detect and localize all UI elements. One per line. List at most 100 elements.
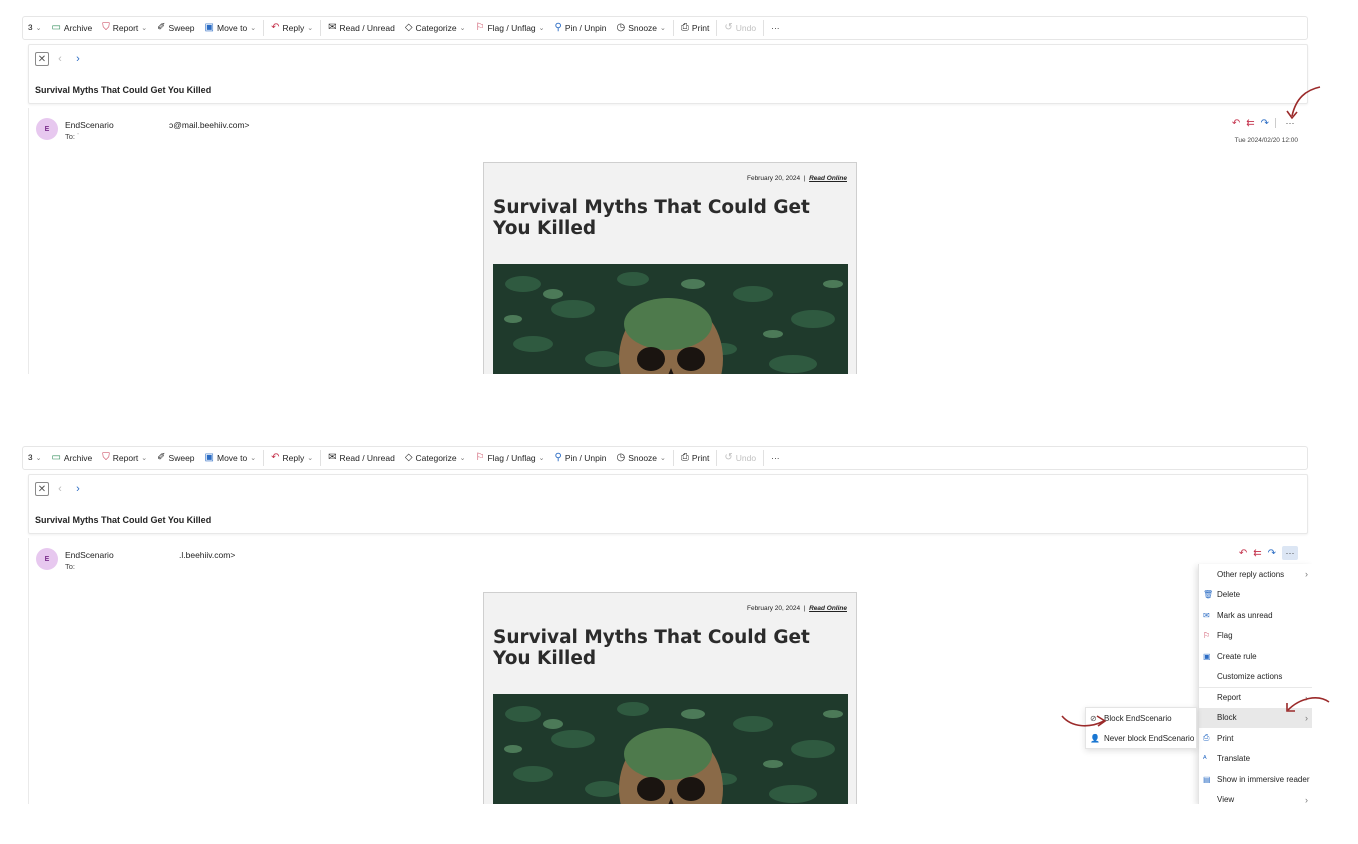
rule-icon: ▣ xyxy=(1203,651,1211,661)
archive-button[interactable]: ▭ Archive xyxy=(46,17,97,39)
mail-icon: ✉ xyxy=(328,452,337,463)
submenu-item-block-sender[interactable]: ⊘ Block EndScenario xyxy=(1086,708,1196,728)
read-online-link[interactable]: Read Online xyxy=(809,175,847,182)
menu-item-mark-as-unread[interactable]: ✉ Mark as unread xyxy=(1199,605,1312,626)
menu-item-label: Translate xyxy=(1217,754,1251,764)
read-online-link[interactable]: Read Online xyxy=(809,605,847,612)
divider xyxy=(263,450,265,466)
avatar[interactable]: E xyxy=(36,118,58,140)
archive-button[interactable]: ▭ Archive xyxy=(46,447,97,469)
read-unread-label: Read / Unread xyxy=(339,23,395,33)
reply-icon[interactable]: ↶ xyxy=(1232,118,1240,129)
message-actions: ↶ ⇇ ↷ ··· xyxy=(1232,116,1298,130)
move-to-button[interactable]: ▣ Move to ⌄ xyxy=(200,17,262,39)
sweep-button[interactable]: ✐ Sweep xyxy=(152,447,199,469)
toolbar-dropdown[interactable]: ɜ ⌄ xyxy=(23,17,46,39)
more-actions-button[interactable]: ··· xyxy=(766,17,785,39)
menu-item-translate[interactable]: ᴬ Translate xyxy=(1199,749,1312,770)
menu-item-print[interactable]: ⎙ Print xyxy=(1199,728,1312,749)
chevron-down-icon: ⌄ xyxy=(660,455,666,462)
pin-icon: ⚲ xyxy=(554,452,562,463)
toolbar-dropdown[interactable]: ɜ ⌄ xyxy=(23,447,46,469)
archive-icon: ▭ xyxy=(51,22,61,33)
menu-item-delete[interactable]: 🗑 Delete xyxy=(1199,585,1312,606)
reply-all-icon[interactable]: ⇇ xyxy=(1246,118,1254,129)
more-actions-button[interactable]: ··· xyxy=(766,447,785,469)
chevron-down-icon: ⌄ xyxy=(538,25,545,32)
chevron-right-icon: › xyxy=(1305,692,1308,703)
undo-button[interactable]: ↺ Undo xyxy=(719,447,761,469)
email-body: February 20, 2024 | Read Online Survival… xyxy=(483,592,857,804)
move-to-button[interactable]: ▣ Move to ⌄ xyxy=(200,447,262,469)
pin-unpin-button[interactable]: ⚲ Pin / Unpin xyxy=(550,447,612,469)
reply-icon[interactable]: ↶ xyxy=(1239,548,1247,559)
menu-item-flag[interactable]: ⚐ Flag xyxy=(1199,626,1312,647)
reply-button[interactable]: ↶ Reply ⌄ xyxy=(266,17,318,39)
close-button[interactable]: ✕ xyxy=(35,482,49,496)
read-unread-button[interactable]: ✉ Read / Unread xyxy=(323,447,400,469)
close-button[interactable]: ✕ xyxy=(35,52,49,66)
read-unread-label: Read / Unread xyxy=(339,453,395,463)
forward-icon[interactable]: ↷ xyxy=(1261,118,1269,129)
sweep-button[interactable]: ✐ Sweep xyxy=(152,17,199,39)
menu-item-block[interactable]: Block › xyxy=(1199,707,1312,728)
report-icon: ⛉ xyxy=(102,22,110,33)
sender-name[interactable]: EndScenario xyxy=(65,120,114,130)
menu-item-other-reply-actions[interactable]: Other reply actions › xyxy=(1199,564,1312,585)
submenu-item-never-block-sender[interactable]: 👤 Never block EndScenario xyxy=(1086,728,1196,748)
menu-item-create-rule[interactable]: ▣ Create rule xyxy=(1199,646,1312,667)
previous-button[interactable]: ‹ xyxy=(53,52,67,66)
read-unread-button[interactable]: ✉ Read / Unread xyxy=(323,17,400,39)
print-label: Print xyxy=(691,453,710,463)
avatar[interactable]: E xyxy=(36,548,58,570)
more-options-menu: Other reply actions › 🗑 Delete ✉ Mark as un… xyxy=(1198,564,1312,804)
pin-icon: ⚲ xyxy=(554,22,562,33)
chevron-left-icon: ‹ xyxy=(58,53,62,65)
snooze-button[interactable]: ◷ Snooze ⌄ xyxy=(611,447,670,469)
pin-unpin-button[interactable]: ⚲ Pin / Unpin xyxy=(550,17,612,39)
print-button[interactable]: ⎙ Print xyxy=(676,17,714,39)
reply-icon: ↶ xyxy=(271,452,280,463)
menu-item-report[interactable]: Report › xyxy=(1199,687,1312,708)
close-icon: ✕ xyxy=(37,483,47,495)
flag-unflag-button[interactable]: ⚐ Flag / Unflag ⌄ xyxy=(471,447,550,469)
undo-button[interactable]: ↺ Undo xyxy=(719,17,761,39)
print-icon: ⎙ xyxy=(680,452,689,463)
categorize-button[interactable]: ◇ Categorize ⌄ xyxy=(400,17,471,39)
chevron-down-icon: ⌄ xyxy=(307,455,314,462)
block-submenu: ⊘ Block EndScenario 👤 Never block EndScena… xyxy=(1085,707,1197,749)
next-button[interactable]: › xyxy=(71,52,85,66)
previous-button[interactable]: ‹ xyxy=(53,482,67,496)
report-button[interactable]: ⛉ Report ⌄ xyxy=(97,447,152,469)
print-button[interactable]: ⎙ Print xyxy=(676,447,714,469)
reader-icon: ▤ xyxy=(1203,774,1211,784)
sweep-label: Sweep xyxy=(168,23,195,33)
email-view-top: ɜ ⌄ ▭ Archive ⛉ Report ⌄ ✐ Sweep ▣ Move to ⌄ ↶ R… xyxy=(22,14,1312,374)
sweep-icon: ✐ xyxy=(157,452,166,463)
newsletter-headline: Survival Myths That Could Get You Killed xyxy=(493,627,810,669)
recipient-line: To: ˙ xyxy=(65,132,80,141)
categorize-label: Categorize xyxy=(415,453,457,463)
more-options-button[interactable]: ··· xyxy=(1282,546,1298,560)
menu-item-view[interactable]: View › xyxy=(1199,790,1312,804)
snooze-button[interactable]: ◷ Snooze ⌄ xyxy=(611,17,670,39)
partial-icon: ɜ xyxy=(28,452,33,463)
divider xyxy=(716,20,718,36)
menu-item-label: Block xyxy=(1217,713,1237,723)
menu-item-customize-actions[interactable]: Customize actions xyxy=(1199,667,1312,688)
categorize-button[interactable]: ◇ Categorize ⌄ xyxy=(400,447,471,469)
next-button[interactable]: › xyxy=(71,482,85,496)
forward-icon[interactable]: ↷ xyxy=(1268,548,1276,559)
report-button[interactable]: ⛉ Report ⌄ xyxy=(97,17,152,39)
reply-all-icon[interactable]: ⇇ xyxy=(1253,548,1261,559)
reply-button[interactable]: ↶ Reply ⌄ xyxy=(266,447,318,469)
sweep-icon: ✐ xyxy=(157,22,166,33)
tag-icon: ◇ xyxy=(404,22,413,33)
move-icon: ▣ xyxy=(204,452,214,463)
menu-item-immersive-reader[interactable]: ▤ Show in immersive reader xyxy=(1199,769,1312,790)
flag-unflag-button[interactable]: ⚐ Flag / Unflag ⌄ xyxy=(471,17,550,39)
menu-item-label: Flag xyxy=(1217,631,1233,641)
newsletter-headline: Survival Myths That Could Get You Killed xyxy=(493,197,810,239)
more-options-button[interactable]: ··· xyxy=(1282,116,1298,130)
sender-name[interactable]: EndScenario xyxy=(65,550,114,560)
